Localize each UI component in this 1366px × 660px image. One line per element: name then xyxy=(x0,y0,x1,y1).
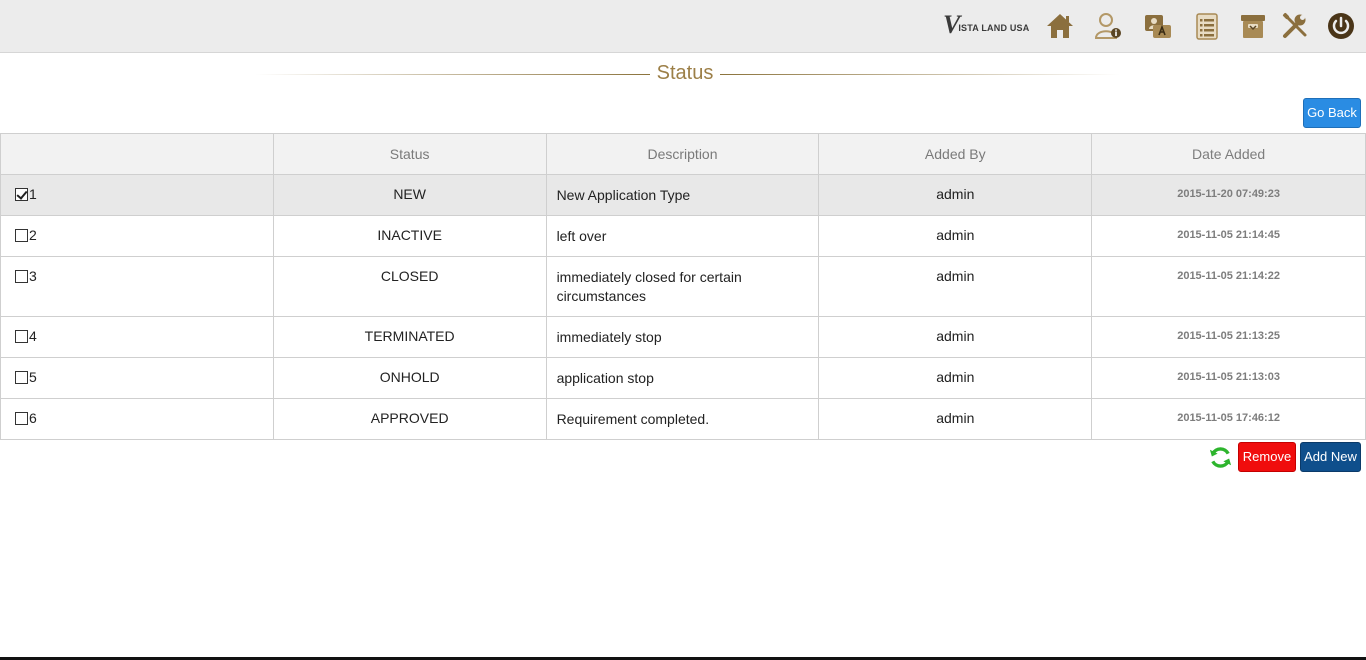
table-row[interactable]: 3 CLOSED immediately closed for certain c… xyxy=(0,256,1366,317)
row-added-by: admin xyxy=(818,174,1093,216)
status-table: Status Description Added By Date Added 1… xyxy=(0,133,1366,440)
row-checkbox[interactable] xyxy=(15,371,28,384)
row-date-added: 2015-11-05 17:46:12 xyxy=(1091,398,1366,440)
row-added-by: admin xyxy=(818,256,1093,317)
row-description: immediately closed for certain circumstan… xyxy=(545,256,820,317)
top-navigation-bar: V ISTA LAND USA xyxy=(0,0,1366,53)
row-date-added: 2015-11-20 07:49:23 xyxy=(1091,174,1366,216)
vista-land-usa-logo[interactable]: V ISTA LAND USA xyxy=(943,10,1029,40)
user-admin-icon[interactable] xyxy=(1143,11,1173,41)
table-row[interactable]: 2 INACTIVE left over admin 2015-11-05 21… xyxy=(0,215,1366,257)
row-checkbox[interactable] xyxy=(15,270,28,283)
row-status: CLOSED xyxy=(272,256,547,317)
row-status: INACTIVE xyxy=(272,215,547,257)
page-title: Status xyxy=(656,62,714,84)
row-added-by: admin xyxy=(818,357,1093,399)
row-id: 4 xyxy=(29,328,37,344)
tools-icon[interactable] xyxy=(1280,11,1310,41)
table-header-row: Status Description Added By Date Added xyxy=(0,133,1366,175)
row-checkbox[interactable] xyxy=(15,188,28,201)
title-divider-right xyxy=(720,74,1120,75)
table-row[interactable]: 6 APPROVED Requirement completed. admin … xyxy=(0,398,1366,440)
row-id: 5 xyxy=(29,369,37,385)
row-added-by: admin xyxy=(818,316,1093,358)
row-status: TERMINATED xyxy=(272,316,547,358)
add-new-button[interactable]: Add New xyxy=(1300,442,1361,472)
remove-button[interactable]: Remove xyxy=(1238,442,1296,472)
user-info-icon[interactable] xyxy=(1093,11,1123,41)
title-divider-left xyxy=(255,74,650,75)
row-description: immediately stop xyxy=(545,316,820,358)
row-status: APPROVED xyxy=(272,398,547,440)
row-id: 6 xyxy=(29,410,37,426)
row-description: application stop xyxy=(545,357,820,399)
row-date-added: 2015-11-05 21:13:03 xyxy=(1091,357,1366,399)
table-row[interactable]: 5 ONHOLD application stop admin 2015-11-… xyxy=(0,357,1366,399)
power-icon[interactable] xyxy=(1326,11,1356,41)
row-date-added: 2015-11-05 21:13:25 xyxy=(1091,316,1366,358)
home-icon[interactable] xyxy=(1045,11,1075,41)
archive-box-icon[interactable] xyxy=(1238,11,1268,41)
go-back-button[interactable]: Go Back xyxy=(1303,98,1361,128)
row-status: ONHOLD xyxy=(272,357,547,399)
table-row[interactable]: 4 TERMINATED immediately stop admin 2015… xyxy=(0,316,1366,358)
row-date-added: 2015-11-05 21:14:22 xyxy=(1091,256,1366,317)
row-id: 3 xyxy=(29,268,37,284)
logo-text: ISTA LAND USA xyxy=(958,23,1030,33)
row-id: 2 xyxy=(29,227,37,243)
refresh-icon[interactable] xyxy=(1208,445,1233,470)
row-date-added: 2015-11-05 21:14:45 xyxy=(1091,215,1366,257)
column-header-date-added[interactable]: Date Added xyxy=(1091,133,1366,175)
row-status: NEW xyxy=(272,174,547,216)
row-added-by: admin xyxy=(818,215,1093,257)
row-description: Requirement completed. xyxy=(545,398,820,440)
row-description: New Application Type xyxy=(545,174,820,216)
list-icon[interactable] xyxy=(1192,11,1222,41)
table-row[interactable]: 1 NEW New Application Type admin 2015-11… xyxy=(0,174,1366,216)
row-id: 1 xyxy=(29,186,37,202)
row-checkbox[interactable] xyxy=(15,229,28,242)
column-header-select[interactable] xyxy=(0,133,274,175)
row-checkbox[interactable] xyxy=(15,330,28,343)
row-checkbox[interactable] xyxy=(15,412,28,425)
page-title-section: Status xyxy=(0,60,1366,88)
column-header-added-by[interactable]: Added By xyxy=(818,133,1093,175)
row-description: left over xyxy=(545,215,820,257)
column-header-status[interactable]: Status xyxy=(272,133,547,175)
column-header-description[interactable]: Description xyxy=(545,133,820,175)
row-added-by: admin xyxy=(818,398,1093,440)
